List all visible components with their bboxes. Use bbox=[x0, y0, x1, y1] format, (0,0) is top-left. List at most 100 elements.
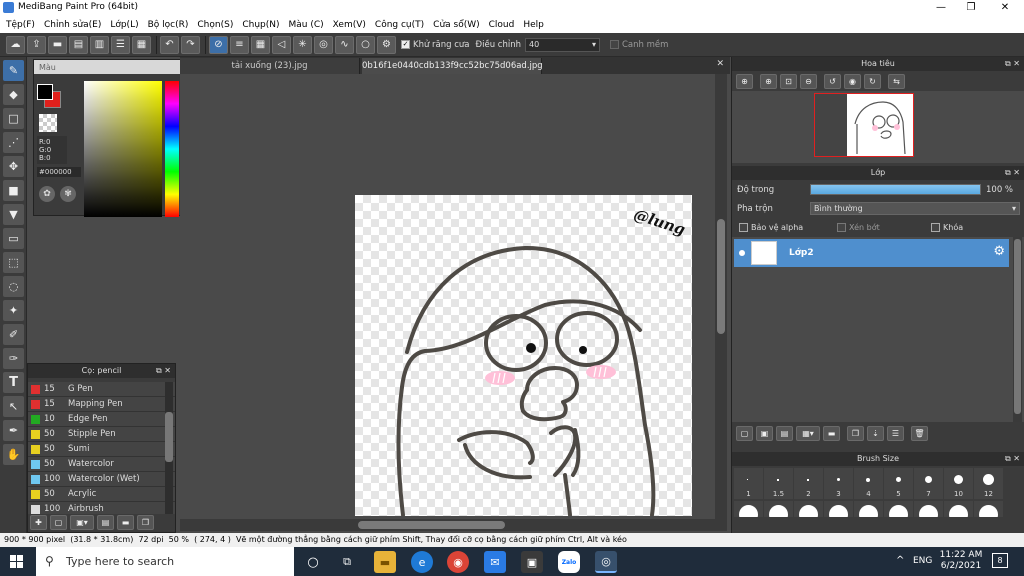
new-brush-icon[interactable]: ▢ bbox=[50, 515, 67, 530]
menu-cloud[interactable]: Cloud bbox=[489, 20, 515, 30]
navigator-preview[interactable] bbox=[732, 91, 1024, 163]
canvas-horizontal-scrollbar[interactable] bbox=[180, 519, 715, 531]
snap-cross-icon[interactable]: ▦ bbox=[251, 35, 270, 54]
chevron-up-icon[interactable]: ^ bbox=[896, 555, 904, 566]
horizontal-scrollbar-thumb[interactable] bbox=[358, 521, 505, 529]
brush-size-option[interactable]: 12 bbox=[974, 468, 1003, 499]
mail-icon[interactable]: ✉ bbox=[484, 551, 506, 573]
layer-menu-icon[interactable]: ☰ bbox=[887, 426, 904, 441]
list-item[interactable]: 50 Sumi bbox=[28, 442, 175, 457]
layer-list-scrollbar[interactable] bbox=[1013, 237, 1022, 422]
layer-settings-gear-icon[interactable]: ⚙ bbox=[993, 244, 1005, 259]
vertical-scrollbar-thumb[interactable] bbox=[717, 219, 725, 334]
notification-icon[interactable]: 8 bbox=[992, 553, 1008, 568]
tab-image-2[interactable]: 0b16f1e0440cdb133f9cc52bc75d06ad.jpg bbox=[362, 58, 543, 74]
hue-slider[interactable] bbox=[165, 81, 179, 217]
snap-curve-icon[interactable]: ∿ bbox=[335, 35, 354, 54]
opacity-slider[interactable] bbox=[810, 184, 981, 195]
list-item[interactable]: 10 Edge Pen bbox=[28, 412, 175, 427]
layer-row[interactable]: Lớp2 ⚙ bbox=[734, 239, 1009, 267]
brush-size-option[interactable] bbox=[794, 501, 823, 517]
message-icon[interactable]: ▤ bbox=[69, 35, 88, 54]
canvas-area[interactable]: @lung bbox=[180, 74, 730, 531]
shape-tool-icon[interactable]: □ bbox=[3, 108, 24, 129]
edge-browser-icon[interactable]: e bbox=[411, 551, 433, 573]
brush-size-option[interactable]: 1.5 bbox=[764, 468, 793, 499]
list-item[interactable]: 50 Watercolor bbox=[28, 457, 175, 472]
close-icon[interactable]: ⧉ ✕ bbox=[1005, 166, 1020, 180]
cloud-icon[interactable]: ☁ bbox=[6, 35, 25, 54]
brush-settings-icon[interactable]: ▤ bbox=[97, 515, 114, 530]
duplicate-brush-icon[interactable]: ❐ bbox=[137, 515, 154, 530]
close-icon[interactable]: ⧉ ✕ bbox=[1005, 452, 1020, 466]
eraser-tool-icon[interactable]: ◆ bbox=[3, 84, 24, 105]
brush-list-scrollbar[interactable] bbox=[165, 382, 173, 514]
close-button[interactable]: ✕ bbox=[990, 0, 1020, 16]
store-icon[interactable]: ▣ bbox=[521, 551, 543, 573]
operation-tool-icon[interactable]: ↖ bbox=[3, 396, 24, 417]
scrollbar-thumb[interactable] bbox=[165, 412, 173, 462]
dropper-tool-icon[interactable]: ✒ bbox=[3, 420, 24, 441]
new-layer-icon[interactable]: ▢ bbox=[736, 426, 753, 441]
menu-file[interactable]: Tệp(F) bbox=[6, 20, 35, 30]
list-item[interactable]: 50 Acrylic bbox=[28, 487, 175, 502]
rotate-right-icon[interactable]: ↻ bbox=[864, 74, 881, 89]
magic-wand-tool-icon[interactable]: ✦ bbox=[3, 300, 24, 321]
flip-icon[interactable]: ⇆ bbox=[888, 74, 905, 89]
chrome-browser-icon[interactable]: ◉ bbox=[447, 551, 469, 573]
brush-size-option[interactable] bbox=[824, 501, 853, 517]
tab-image-1[interactable]: tải xuống (23).jpg bbox=[180, 58, 360, 74]
hand-tool-icon[interactable]: ✋ bbox=[3, 444, 24, 465]
saturation-value-picker[interactable] bbox=[84, 81, 162, 217]
lock-checkbox[interactable] bbox=[931, 223, 940, 232]
snap-parallel-icon[interactable]: ≡ bbox=[230, 35, 249, 54]
brush-size-option[interactable]: 2 bbox=[794, 468, 823, 499]
new-1bit-layer-icon[interactable]: ▤ bbox=[776, 426, 793, 441]
correction-select[interactable]: 40 ▾ bbox=[524, 37, 600, 52]
bucket-tool-icon[interactable]: ▼ bbox=[3, 204, 24, 225]
taskbar-search-box[interactable]: ⚲ Type here to search bbox=[36, 547, 294, 576]
snap-circle-icon[interactable]: ◎ bbox=[314, 35, 333, 54]
layer-name[interactable]: Lớp2 bbox=[789, 248, 814, 258]
rotate-left-icon[interactable]: ↺ bbox=[824, 74, 841, 89]
system-clock[interactable]: 11:22 AM 6/2/2021 bbox=[938, 550, 984, 572]
brush-size-option[interactable]: 1 bbox=[734, 468, 763, 499]
redo-icon[interactable]: ↷ bbox=[181, 35, 200, 54]
menu-layer[interactable]: Lớp(L) bbox=[110, 20, 138, 30]
menu-help[interactable]: Help bbox=[523, 20, 544, 30]
antialias-checkbox[interactable]: ✓ bbox=[401, 40, 410, 49]
brush-add-icon[interactable]: ✚ bbox=[30, 515, 47, 530]
viewport-rectangle[interactable] bbox=[814, 93, 914, 157]
settings-gear-icon[interactable]: ⚙ bbox=[377, 35, 396, 54]
list-item[interactable]: 15 G Pen bbox=[28, 382, 175, 397]
palette-icon[interactable]: ✿ bbox=[39, 186, 55, 202]
menu-edit[interactable]: Chỉnh sửa(E) bbox=[44, 20, 101, 30]
move-tool-icon[interactable]: ✥ bbox=[3, 156, 24, 177]
add-layer-dropdown-icon[interactable]: ▦▾ bbox=[796, 426, 820, 441]
add-brush-dropdown-icon[interactable]: ▣▾ bbox=[70, 515, 94, 530]
color-swatches[interactable] bbox=[37, 84, 61, 108]
snap-radial-icon[interactable]: ✳ bbox=[293, 35, 312, 54]
menu-tools[interactable]: Công cụ(T) bbox=[375, 20, 424, 30]
list-item[interactable]: 15 Mapping Pen bbox=[28, 397, 175, 412]
fill-rect-tool-icon[interactable]: ■ bbox=[3, 180, 24, 201]
brush-size-option[interactable] bbox=[854, 501, 883, 517]
menu-filter[interactable]: Bộ lọc(R) bbox=[148, 20, 189, 30]
windows-start-icon[interactable] bbox=[10, 555, 24, 569]
menu-select[interactable]: Chọn(S) bbox=[197, 20, 233, 30]
scrollbar-thumb[interactable] bbox=[1014, 239, 1021, 414]
text-tool-icon[interactable]: T bbox=[3, 372, 24, 393]
hex-field[interactable]: #000000 bbox=[37, 167, 81, 177]
zoom-out-icon[interactable]: ⊖ bbox=[800, 74, 817, 89]
snap-vanish-icon[interactable]: ◁ bbox=[272, 35, 291, 54]
brush-tool-icon[interactable]: ✎ bbox=[3, 60, 24, 81]
zalo-icon[interactable]: Zalo bbox=[558, 551, 580, 573]
brush-folder-icon[interactable]: ▬ bbox=[117, 515, 134, 530]
palette-edit-icon[interactable]: ✾ bbox=[60, 186, 76, 202]
merge-down-icon[interactable]: ⇣ bbox=[867, 426, 884, 441]
file-explorer-icon[interactable]: ▬ bbox=[374, 551, 396, 573]
transparent-swatch[interactable] bbox=[39, 114, 57, 132]
select-rect-tool-icon[interactable]: ⬚ bbox=[3, 252, 24, 273]
brush-size-option[interactable] bbox=[734, 501, 763, 517]
close-icon[interactable]: ⧉ ✕ bbox=[1005, 57, 1020, 71]
